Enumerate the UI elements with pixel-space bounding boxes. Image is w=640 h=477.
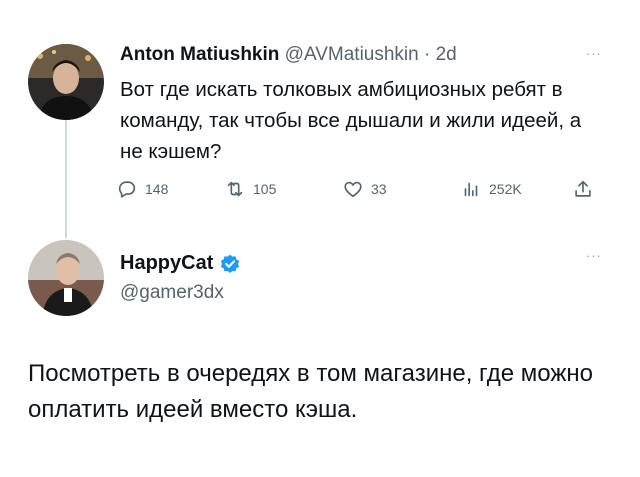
tweet-header: HappyCat — [120, 252, 241, 275]
more-options-button[interactable]: ··· — [586, 248, 602, 263]
share-button[interactable] — [572, 178, 594, 200]
tweet-text: Посмотреть в очередях в том магазине, гд… — [28, 360, 593, 423]
author-name[interactable]: HappyCat — [120, 252, 213, 275]
avatar[interactable] — [28, 44, 104, 120]
like-button[interactable]: 33 — [342, 178, 387, 200]
reply-count: 148 — [145, 181, 169, 197]
avatar[interactable] — [28, 240, 104, 316]
avatar-image-anton — [28, 44, 104, 120]
avatar-image-happycat — [28, 240, 104, 316]
like-count: 33 — [371, 181, 387, 197]
retweet-icon — [227, 181, 243, 197]
tweet-text: Вот где искать толковых амбициозных ребя… — [120, 78, 582, 163]
analytics-icon — [464, 182, 478, 197]
author-name[interactable]: Anton Matiushkin — [120, 44, 279, 65]
heart-icon — [344, 181, 362, 198]
tweet-actions: 148 105 33 252K — [116, 178, 596, 208]
views-count: 252K — [489, 181, 522, 197]
author-handle[interactable]: @gamer3dx — [120, 282, 224, 304]
author-handle[interactable]: @AVMatiushkin — [285, 44, 419, 65]
tweet-header: Anton Matiushkin @AVMatiushkin · 2d — [120, 44, 457, 66]
share-icon — [575, 180, 591, 197]
more-options-button[interactable]: ··· — [586, 46, 602, 61]
reply-icon — [118, 181, 136, 198]
retweet-button[interactable]: 105 — [224, 178, 276, 200]
retweet-count: 105 — [253, 181, 277, 197]
verified-badge-icon — [221, 254, 240, 273]
post-time[interactable]: 2d — [436, 44, 457, 65]
reply-button[interactable]: 148 — [116, 178, 168, 200]
views-button[interactable]: 252K — [460, 178, 522, 200]
header-separator: · — [418, 44, 436, 65]
thread-connector-line — [65, 120, 67, 238]
